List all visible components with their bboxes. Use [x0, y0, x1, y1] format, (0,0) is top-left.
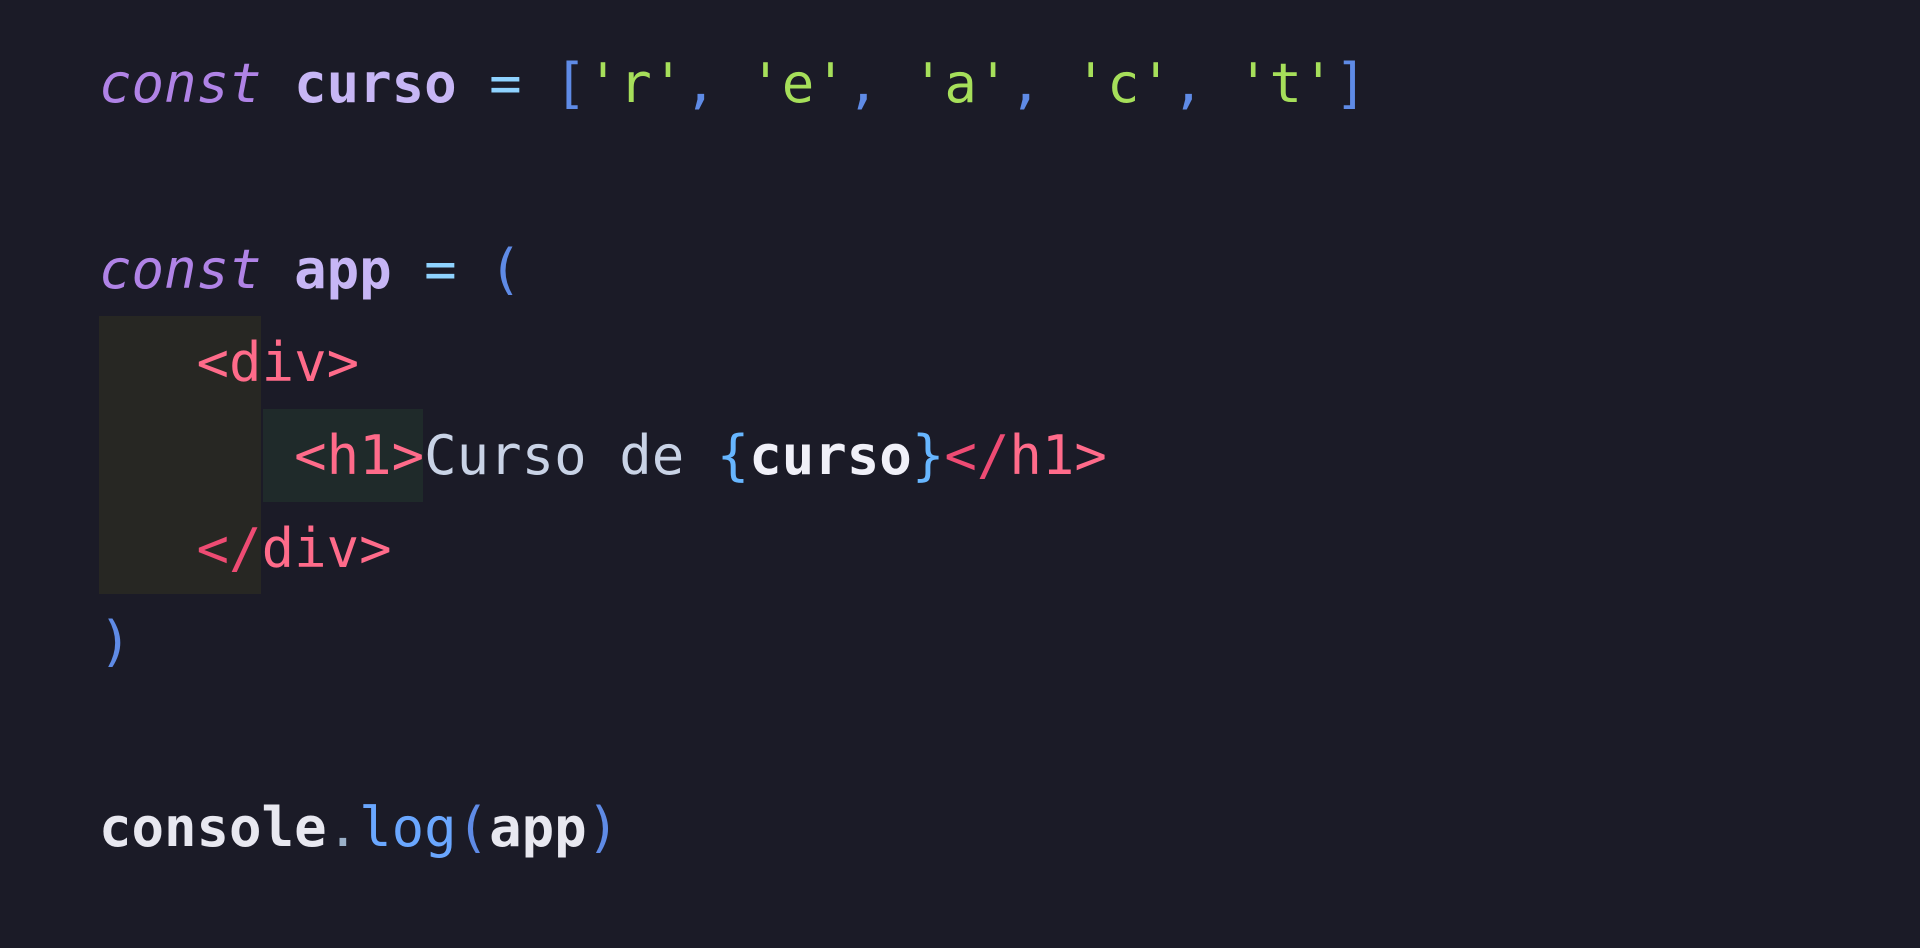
code-line-3[interactable]: const app = (: [99, 223, 522, 316]
assign-operator: =: [489, 52, 522, 115]
console-object: console: [99, 796, 327, 859]
member-dot: .: [326, 796, 360, 859]
assign-operator: =: [424, 238, 457, 301]
comma: ,: [846, 52, 880, 115]
code-line-9[interactable]: console.log(app): [99, 781, 619, 874]
array-open-bracket: [: [554, 52, 587, 115]
jsx-text: Curso de: [424, 424, 717, 487]
code-line-5[interactable]: <h1>Curso de {curso}</h1>: [99, 409, 1107, 502]
array-close-bracket: ]: [1334, 52, 1368, 115]
log-method: log: [359, 796, 457, 859]
variable-name: app: [294, 238, 392, 301]
jsx-expr-open-brace: {: [716, 424, 750, 487]
array-item: 'c': [1074, 52, 1172, 115]
jsx-div-close-lt: </: [196, 517, 262, 580]
array-item: 't': [1237, 52, 1335, 115]
array-item: 'r': [586, 52, 685, 115]
code-line-7[interactable]: ): [99, 595, 132, 688]
close-paren: ): [99, 610, 132, 673]
call-argument: app: [489, 796, 587, 859]
comma: ,: [1009, 52, 1042, 115]
array-item: 'e': [749, 52, 847, 115]
array-item: 'a': [911, 52, 1010, 115]
call-close-paren: ): [586, 796, 620, 859]
keyword-const: const: [99, 238, 262, 301]
jsx-expr-identifier: curso: [749, 424, 912, 487]
jsx-expr-close-brace: }: [911, 424, 945, 487]
jsx-div-close-tag: div>: [261, 517, 392, 580]
jsx-h1-close-lt: </: [944, 424, 1010, 487]
jsx-h1-open-tag: <h1>: [294, 424, 425, 487]
jsx-div-open-tag: <div>: [196, 331, 360, 394]
comma: ,: [684, 52, 717, 115]
comma: ,: [1171, 52, 1205, 115]
code-line-6[interactable]: </div>: [99, 502, 392, 595]
code-line-1[interactable]: const curso = ['r', 'e', 'a', 'c', 't']: [99, 37, 1367, 130]
open-paren: (: [489, 238, 522, 301]
code-line-4[interactable]: <div>: [99, 316, 360, 409]
variable-name: curso: [294, 52, 457, 115]
call-open-paren: (: [456, 796, 490, 859]
keyword-const: const: [99, 52, 262, 115]
code-editor[interactable]: const curso = ['r', 'e', 'a', 'c', 't'] …: [0, 0, 1920, 948]
jsx-h1-close-tag: h1>: [1009, 424, 1107, 487]
